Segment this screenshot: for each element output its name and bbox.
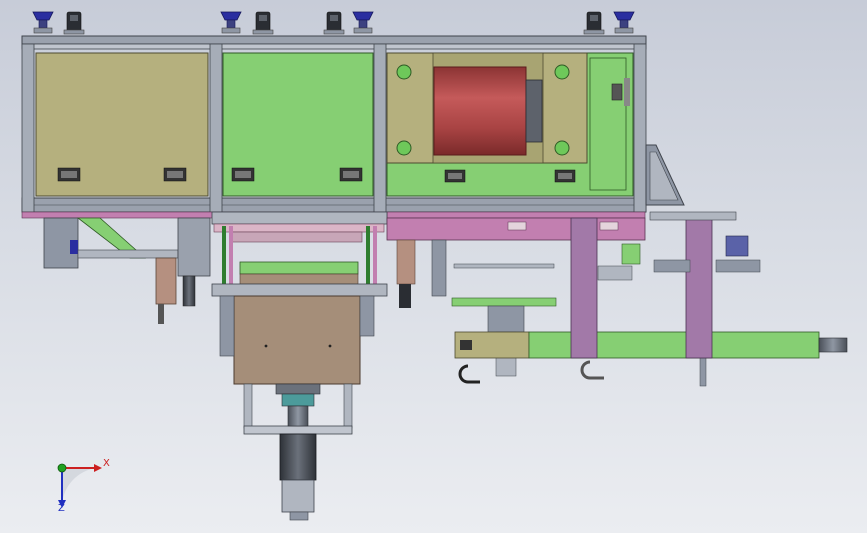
khaki-panel-left[interactable]	[35, 52, 209, 197]
axis-z-label: Z	[58, 503, 65, 514]
toggle-clamp-2	[252, 11, 274, 35]
cad-graphics-viewport[interactable]: X Z	[0, 0, 867, 533]
blue-knob-1	[32, 11, 54, 34]
toggle-clamp-1	[63, 11, 85, 35]
top-fixtures	[32, 11, 635, 35]
green-panel-middle[interactable]	[222, 52, 374, 197]
axis-x-label: X	[103, 458, 110, 469]
triad-y-dot-icon	[57, 463, 67, 473]
coordinate-triad	[57, 463, 102, 508]
blue-knob-2	[220, 11, 242, 34]
toggle-clamp-4	[583, 11, 605, 35]
assembly-model[interactable]	[0, 0, 867, 533]
right-side-bracket	[645, 144, 685, 206]
roller-enclosure[interactable]	[386, 52, 634, 197]
blue-knob-4	[613, 11, 635, 34]
center-lift-assembly[interactable]	[211, 211, 388, 521]
left-support-arm	[43, 217, 211, 324]
toggle-clamp-3	[323, 11, 345, 35]
blue-knob-3	[352, 11, 374, 34]
